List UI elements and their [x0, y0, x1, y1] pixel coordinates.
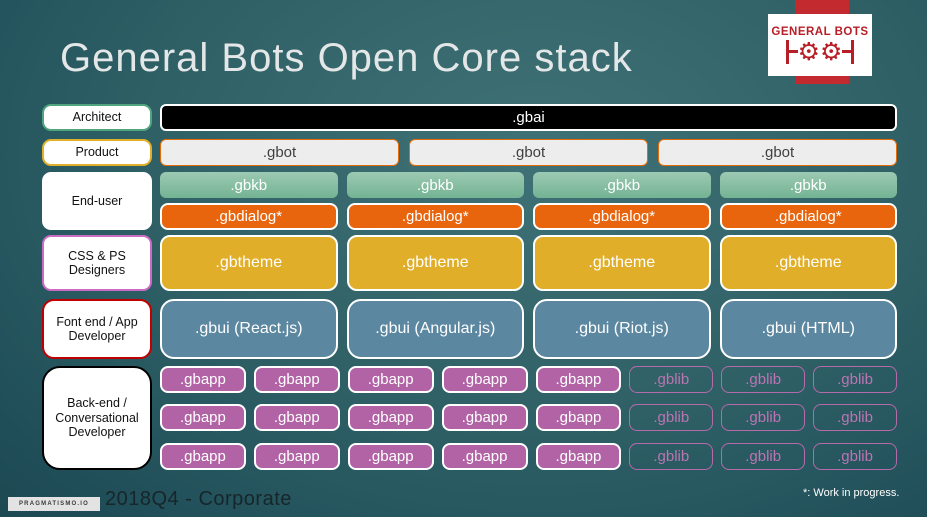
- role-label-css-ps-designers: CSS & PS Designers: [42, 235, 152, 291]
- gbdialog-box: .gbdialog*: [346, 203, 524, 230]
- gear-line-left: [788, 50, 798, 53]
- gbot-box: .gbot: [409, 139, 648, 166]
- gblib-box: .gblib: [629, 366, 714, 393]
- gblib-box: .gblib: [813, 404, 897, 431]
- gbai-box: .gbai: [160, 104, 897, 131]
- gbapp-box: .gbapp: [160, 404, 246, 431]
- gblib-box: .gblib: [813, 366, 897, 393]
- gblib-box: .gblib: [813, 443, 897, 470]
- gbtheme-box: .gbtheme: [346, 235, 524, 291]
- gbapp-box: .gbapp: [347, 366, 434, 393]
- pragmatismo-brand-badge: PRAGMATISMO.IO: [8, 497, 100, 511]
- row-gbtheme: .gbtheme .gbtheme .gbtheme .gbtheme: [160, 235, 897, 291]
- gbkb-box: .gbkb: [346, 172, 524, 198]
- gbapp-box: .gbapp: [347, 404, 434, 431]
- row-gbui: .gbui (React.js) .gbui (Angular.js) .gbu…: [160, 299, 897, 359]
- row-backend-1: .gbapp .gbapp .gbapp .gbapp .gbapp .gbli…: [160, 366, 897, 393]
- gbdialog-box: .gbdialog*: [719, 203, 897, 230]
- gblib-box: .gblib: [629, 404, 714, 431]
- gbapp-box: .gbapp: [535, 404, 622, 431]
- gblib-box: .gblib: [721, 404, 806, 431]
- role-label-architect: Architect: [42, 104, 152, 131]
- gblib-box: .gblib: [721, 366, 806, 393]
- role-label-end-user: End-user: [42, 172, 152, 230]
- gear-icon: ⚙: [820, 37, 843, 66]
- gbapp-box: .gbapp: [160, 443, 246, 470]
- gbapp-box: .gbapp: [347, 443, 434, 470]
- gbui-react-box: .gbui (React.js): [160, 299, 338, 359]
- row-gbot: .gbot .gbot .gbot: [160, 139, 897, 166]
- gbapp-box: .gbapp: [253, 404, 340, 431]
- work-in-progress-note: *: Work in progress.: [803, 487, 900, 499]
- gbapp-box: .gbapp: [441, 443, 528, 470]
- role-label-product: Product: [42, 139, 152, 166]
- footer-caption: 2018Q4 - Corporate: [105, 488, 292, 510]
- gbtheme-box: .gbtheme: [160, 235, 338, 291]
- gbapp-box: .gbapp: [160, 366, 246, 393]
- gbapp-box: .gbapp: [253, 443, 340, 470]
- gbapp-box: .gbapp: [441, 366, 528, 393]
- row-gbkb: .gbkb .gbkb .gbkb .gbkb: [160, 172, 897, 198]
- gbapp-box: .gbapp: [441, 404, 528, 431]
- gear-line-right: [842, 50, 852, 53]
- gbapp-box: .gbapp: [535, 443, 622, 470]
- gbot-box: .gbot: [160, 139, 399, 166]
- gbdialog-box: .gbdialog*: [533, 203, 711, 230]
- gbot-box: .gbot: [658, 139, 897, 166]
- gbapp-box: .gbapp: [253, 366, 340, 393]
- gblib-box: .gblib: [721, 443, 806, 470]
- row-gbai: .gbai: [160, 104, 897, 131]
- row-backend-2: .gbapp .gbapp .gbapp .gbapp .gbapp .gbli…: [160, 404, 897, 431]
- row-gbdialog: .gbdialog* .gbdialog* .gbdialog* .gbdial…: [160, 203, 897, 230]
- gear-cap-right: [851, 39, 854, 64]
- row-backend-3: .gbapp .gbapp .gbapp .gbapp .gbapp .gbli…: [160, 443, 897, 470]
- gbapp-box: .gbapp: [535, 366, 622, 393]
- gbkb-box: .gbkb: [160, 172, 338, 198]
- general-bots-logo: GENERAL BOTS ⚙ ⚙: [768, 14, 872, 76]
- gblib-box: .gblib: [629, 443, 714, 470]
- gbui-riot-box: .gbui (Riot.js): [533, 299, 711, 359]
- gbdialog-box: .gbdialog*: [160, 203, 338, 230]
- gbkb-box: .gbkb: [719, 172, 897, 198]
- page-title: General Bots Open Core stack: [60, 36, 633, 80]
- role-label-frontend-app-developer: Font end / App Developer: [42, 299, 152, 359]
- gbtheme-box: .gbtheme: [719, 235, 897, 291]
- gbui-html-box: .gbui (HTML): [719, 299, 897, 359]
- gbtheme-box: .gbtheme: [533, 235, 711, 291]
- slide-canvas: General Bots Open Core stack GENERAL BOT…: [0, 0, 927, 517]
- role-label-backend-conversational-developer: Back-end / Conversational Developer: [42, 366, 152, 470]
- gears-icon: ⚙ ⚙: [786, 39, 854, 64]
- gear-icon: ⚙: [797, 37, 820, 66]
- gbui-angular-box: .gbui (Angular.js): [346, 299, 524, 359]
- gbkb-box: .gbkb: [533, 172, 711, 198]
